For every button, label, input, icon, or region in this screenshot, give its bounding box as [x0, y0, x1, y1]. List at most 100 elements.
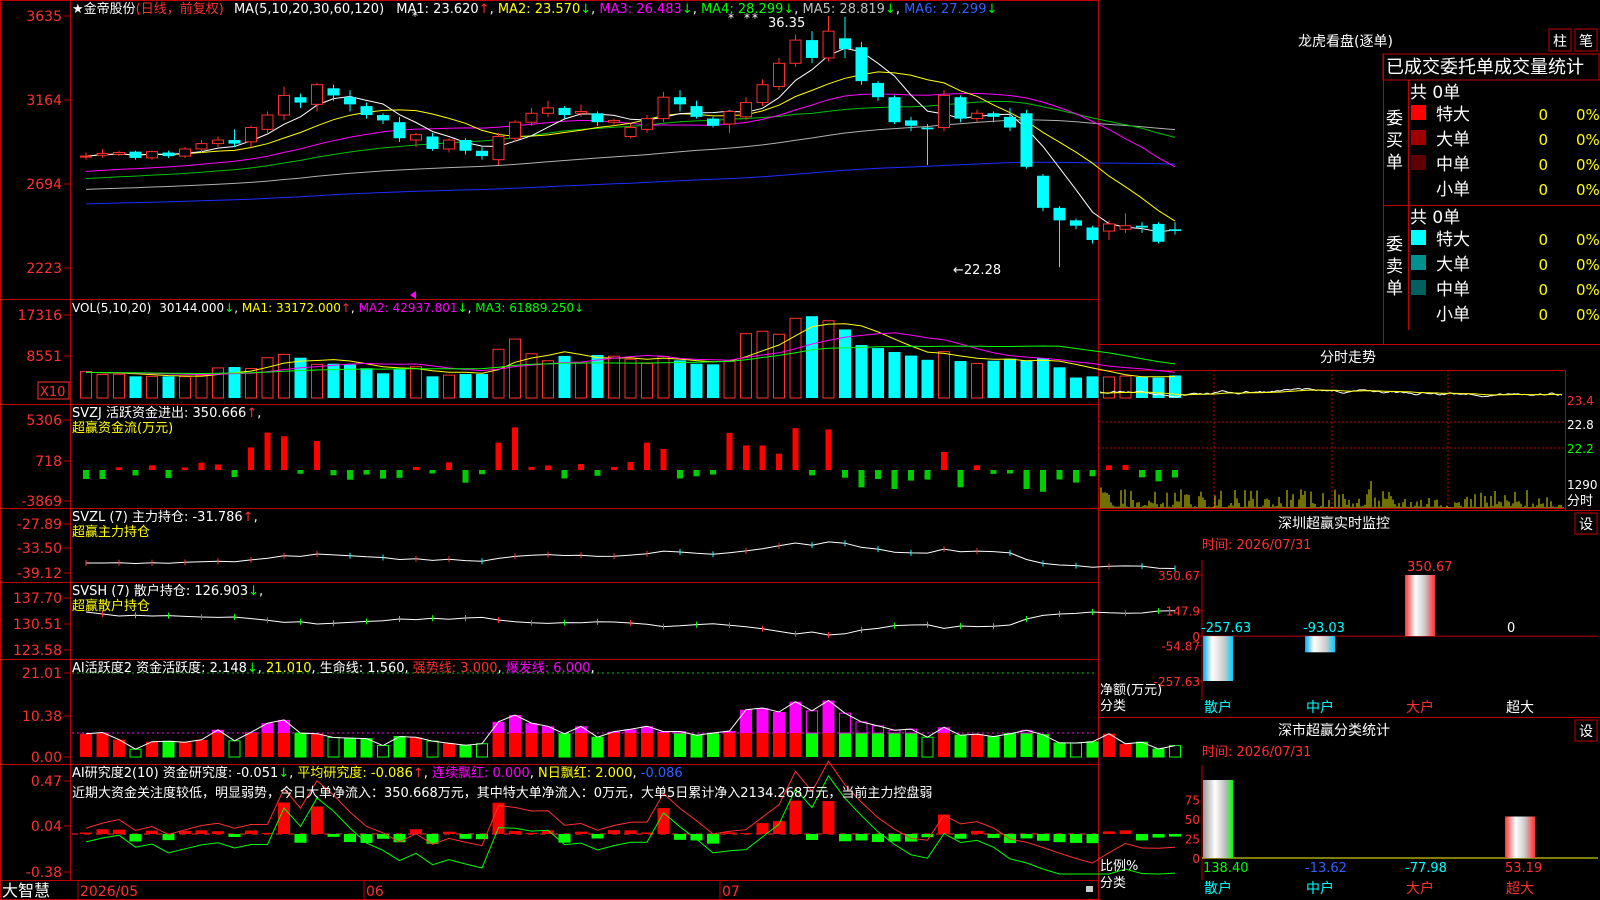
buy-row-count: 0: [1538, 156, 1548, 174]
volume-bar: [113, 373, 125, 399]
fund-flow-bar: [825, 429, 832, 470]
svzl-line: [86, 541, 1176, 569]
research-bar: [1020, 834, 1033, 839]
fund-flow-bar: [462, 470, 469, 483]
activity-bar: [839, 733, 851, 757]
research-bar: [839, 834, 851, 842]
research-bar: [1053, 834, 1066, 843]
ma3-arrow: ↓: [682, 2, 693, 17]
buy-row-pct: 0%: [1576, 131, 1600, 149]
candle-body-up: [245, 127, 257, 143]
panel-frames: [0, 0, 1600, 900]
fund-flow-bar: [908, 470, 914, 481]
volume-bar: [459, 373, 472, 398]
research-bar: [459, 834, 472, 839]
activity-bar: [542, 733, 554, 757]
fund-flow-bar: [1106, 465, 1112, 470]
classify-category: 超大: [1506, 881, 1534, 897]
volume-bar: [1119, 375, 1132, 399]
research-bar: [525, 832, 538, 834]
sell-row-swatch: [1411, 255, 1426, 270]
candle-body-up: [657, 96, 670, 120]
research-bar: [624, 830, 637, 834]
volume-bar: [525, 353, 538, 399]
volume-bar: [674, 360, 686, 398]
ma4-label: MA4: 28.299: [701, 2, 783, 17]
candle-body-up: [542, 107, 554, 114]
sell-row-count: 0: [1538, 231, 1548, 249]
fund-flow-bar: [231, 470, 238, 478]
activity-bar-burst: [740, 709, 752, 734]
volume-bar: [443, 374, 455, 399]
classify-bars: 75 50 25 0138.40 散户 -13.62 中户 -77.98 大户 53.19 超大: [1185, 765, 1598, 897]
svsh-tick: 137.70: [13, 591, 62, 607]
monitor-category: 中户: [1306, 699, 1334, 716]
activity-bar: [1136, 741, 1148, 758]
candle-body-down: [377, 115, 389, 121]
volume-bar: [179, 376, 191, 399]
svzl-subtitle: 超赢主力持仓: [72, 524, 150, 540]
x-axis-label: 06: [366, 884, 384, 900]
research-bar: [987, 834, 1000, 838]
sell-row-count: 0: [1538, 306, 1548, 324]
research-bar: [1103, 831, 1115, 834]
research-bar: [146, 830, 158, 834]
price-axis: 3635 3164 2694 2223 17316 8551 5306 718 …: [13, 9, 62, 881]
candle-body-down: [987, 113, 1000, 117]
intraday-tick: 22.8: [1567, 418, 1594, 432]
candle-body-down: [129, 151, 142, 158]
monitor-y-label: -54.87: [1161, 640, 1200, 654]
fund-flow-bar: [347, 470, 353, 480]
candle-body-up: [822, 30, 835, 59]
candle-body-down: [360, 106, 373, 116]
fund-flow-bar: [1007, 470, 1013, 474]
volume-bar: [938, 351, 950, 399]
intraday-title: 分时走势: [1320, 350, 1376, 366]
buy-row-swatch: [1411, 105, 1426, 120]
ai1-area: [72, 672, 1181, 758]
research-bar: [393, 834, 406, 843]
research-bar: [492, 802, 505, 834]
research-bar: [1037, 834, 1049, 841]
activity-bar: [641, 733, 653, 757]
volume-bar: [162, 376, 175, 398]
fund-flow-bar: [710, 470, 716, 475]
star-marker: *: [752, 11, 758, 25]
research-bar: [195, 830, 208, 834]
volume-bar: [773, 333, 785, 399]
fund-flow-bar: [941, 451, 947, 470]
monitor-cat-label: 分类: [1100, 699, 1126, 714]
activity-bar: [261, 733, 274, 757]
candle-body-up: [608, 119, 620, 123]
fund-flow-bar: [1089, 470, 1096, 477]
ai1-tick: 0.00: [31, 750, 62, 766]
activity-bar: [195, 739, 208, 757]
research-bar: [756, 823, 769, 834]
volume-bar: [146, 375, 158, 399]
sell-row-pct: 0%: [1576, 256, 1600, 274]
research-bar: [1070, 834, 1082, 843]
candle-body-down: [1004, 116, 1016, 128]
volume-bar: [888, 351, 901, 398]
activity-bar: [1037, 734, 1049, 758]
candle-body-up: [278, 94, 290, 116]
research-bar: [360, 834, 373, 843]
fund-flow-bar: [165, 470, 172, 479]
volume-bar: [1103, 376, 1115, 399]
classify-title: 深市超赢分类统计: [1278, 722, 1390, 739]
vol-ma1: MA1: 33172.000: [242, 301, 341, 315]
candle-body-up: [261, 114, 274, 130]
research-bar: [212, 831, 224, 834]
activity-bar: [179, 742, 191, 757]
candle-body-up: [212, 139, 224, 145]
research-bar: [674, 834, 686, 840]
fund-flow-bar: [924, 470, 931, 480]
lock-icon[interactable]: [1086, 886, 1093, 892]
vol-tick: 17316: [17, 308, 62, 324]
sell-row-count: 0: [1538, 281, 1548, 299]
candle-body-up: [113, 152, 125, 155]
research-bar: [1136, 834, 1148, 841]
fund-flow-bar: [363, 470, 370, 475]
monitor-bar: [1405, 575, 1435, 637]
activity-bar: [509, 733, 521, 757]
